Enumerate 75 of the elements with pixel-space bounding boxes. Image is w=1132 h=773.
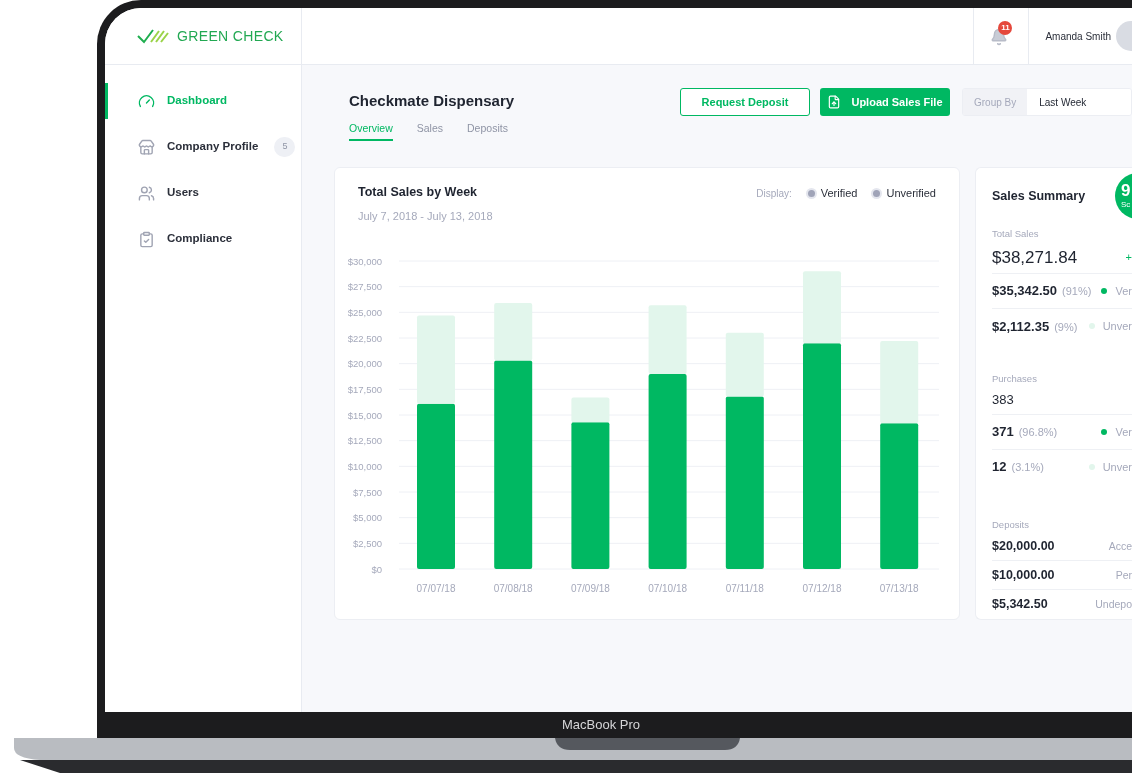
amount: $35,342.50 [992, 282, 1058, 301]
sidebar-item[interactable]: Users [105, 175, 301, 211]
axis-label: 07/11/18 [725, 582, 764, 594]
axis-label: 07/10/18 [648, 582, 688, 594]
axis-label: $30,000 [347, 255, 382, 266]
axis-label: $12,500 [347, 434, 382, 446]
section-label: Purchases [992, 371, 1038, 386]
total-sales-value: $38,271.84 [992, 246, 1078, 269]
axis-label: $7,500 [352, 486, 382, 497]
axis-label: 07/12/18 [802, 582, 842, 594]
axis-label: $2,500 [352, 537, 382, 549]
count-badge: 5 [274, 137, 296, 157]
sidebar-item[interactable]: Dashboard [105, 83, 301, 119]
status-label: Undepo [1095, 596, 1132, 612]
axis-label: 07/09/18 [570, 582, 610, 594]
page-title: Checkmate Dispensary [349, 91, 515, 111]
users-icon [138, 184, 155, 202]
share: (96.8%) [1018, 425, 1058, 440]
amount: 12 [992, 458, 1007, 477]
gauge-icon [138, 92, 155, 110]
share: (3.1%) [1011, 460, 1044, 476]
request-deposit-button[interactable]: Request Deposit [680, 88, 810, 116]
axis-label: $0 [371, 563, 382, 574]
axis-label: $10,000 [347, 460, 382, 472]
logo-text: GREEN CHECK [177, 26, 284, 46]
legend-caption: Display: [756, 187, 792, 201]
axis-label: $27,500 [347, 280, 382, 292]
card-subtitle: July 7, 2018 - July 13, 2018 [358, 209, 493, 224]
axis-label: $5,000 [352, 511, 382, 523]
sidebar-item[interactable]: Compliance [105, 221, 301, 257]
status-label: Ver [1115, 424, 1132, 440]
axis-label: 07/07/18 [416, 582, 456, 594]
tab[interactable]: Deposits [467, 120, 508, 142]
amount: $2,112.35 [992, 317, 1050, 336]
store-icon [138, 138, 155, 156]
card-title: Sales Summary [992, 187, 1086, 205]
user-name[interactable]: Amanda Smith [1045, 28, 1111, 44]
axis-label: 07/13/18 [879, 582, 919, 594]
section-label: Deposits [992, 518, 1030, 533]
purchases-value: 383 [992, 391, 1014, 410]
logo-check-icon [137, 28, 169, 44]
tab[interactable]: Overview [349, 120, 393, 142]
legend-label: Unverified [886, 186, 936, 202]
share: (9%) [1054, 319, 1078, 335]
axis-label: $20,000 [347, 357, 382, 369]
amount: $20,000.00 [992, 538, 1055, 556]
group-by-select[interactable]: Group By Last Week [962, 88, 1132, 116]
upload-button[interactable]: Upload Sales File [820, 88, 950, 116]
status-label: Per [1115, 567, 1132, 583]
amount: 371 [992, 423, 1014, 441]
legend-label: Verified [820, 186, 858, 202]
axis-label: $17,500 [347, 383, 382, 395]
amount: $5,342.50 [992, 596, 1048, 614]
axis-label: $15,000 [347, 409, 382, 420]
axis-label: $22,500 [347, 332, 382, 343]
clipboard-check-icon [138, 230, 155, 248]
axis-label: $25,000 [347, 306, 382, 318]
card-title: Total Sales by Week [358, 184, 479, 202]
select-label: Group By [963, 89, 1028, 115]
section-label: Total Sales [992, 227, 1040, 242]
status-label: Acce [1108, 538, 1132, 554]
status-label: Unver [1102, 459, 1132, 475]
file-upload-icon [827, 95, 842, 109]
status-label: Unver [1102, 319, 1132, 335]
device-label: MacBook Pro [561, 716, 640, 735]
tab[interactable]: Sales [416, 120, 444, 142]
score-badge: 9 Sc [1115, 173, 1132, 220]
share: (91%) [1062, 284, 1092, 300]
amount: $10,000.00 [992, 567, 1055, 585]
select-value: Last Week [1027, 89, 1131, 115]
notification-badge: 11 [998, 21, 1013, 35]
change-value: + [1125, 250, 1132, 266]
axis-label: 07/08/18 [493, 582, 533, 594]
status-label: Ver [1115, 283, 1132, 299]
sidebar-item[interactable]: Company Profile 5 [105, 129, 301, 165]
